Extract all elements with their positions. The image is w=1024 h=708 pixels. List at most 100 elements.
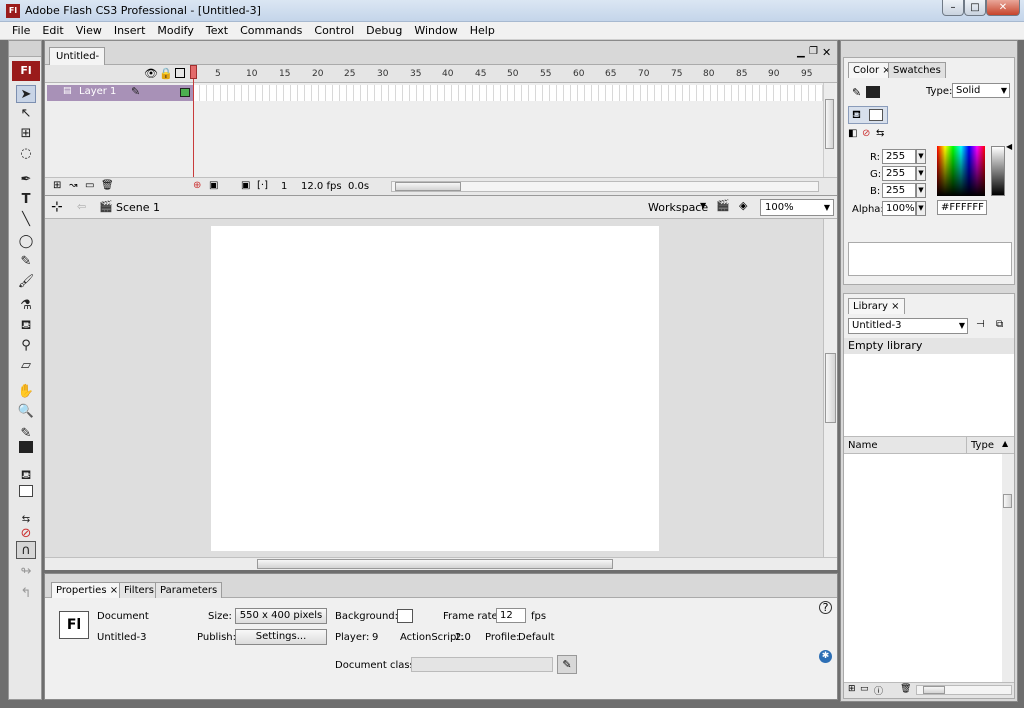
g-dropdown-icon[interactable]: ▼: [916, 166, 926, 181]
tab-swatches[interactable]: Swatches: [888, 62, 946, 78]
scroll-thumb[interactable]: [257, 559, 613, 569]
insert-folder-icon[interactable]: ▭: [85, 180, 94, 191]
minimize-icon[interactable]: ▁: [797, 47, 805, 58]
text-tool-icon[interactable]: T: [16, 191, 36, 209]
black-white-icon[interactable]: ◧: [848, 128, 857, 139]
subselection-tool-icon[interactable]: ↖: [16, 105, 36, 123]
scroll-thumb[interactable]: [825, 353, 836, 423]
library-item-list[interactable]: [844, 454, 1002, 682]
stage-hscrollbar[interactable]: [45, 557, 837, 570]
hand-tool-icon[interactable]: ✋: [16, 383, 36, 401]
brush-tool-icon[interactable]: 🖌: [16, 273, 36, 291]
edit-scene-icon[interactable]: 🎬: [716, 199, 730, 212]
edit-symbols-icon[interactable]: ◈: [739, 199, 747, 212]
background-color-swatch[interactable]: [397, 609, 413, 623]
new-symbol-icon[interactable]: ⊞: [848, 684, 856, 694]
playhead-handle[interactable]: [190, 65, 197, 79]
workspace-dropdown-icon[interactable]: ▼: [700, 201, 706, 210]
menu-commands[interactable]: Commands: [234, 22, 308, 39]
delete-icon[interactable]: 🗑: [900, 684, 911, 694]
menu-insert[interactable]: Insert: [108, 22, 152, 39]
brightness-slider[interactable]: [991, 146, 1005, 196]
accessibility-icon[interactable]: ✱: [819, 650, 832, 663]
lasso-tool-icon[interactable]: ◌: [16, 145, 36, 163]
library-name-column[interactable]: Name: [848, 440, 878, 451]
library-hscrollbar[interactable]: [916, 685, 1012, 695]
b-input[interactable]: 255: [882, 183, 916, 198]
center-frame-icon[interactable]: ⊕: [193, 180, 201, 191]
stroke-color-icon[interactable]: ✎: [852, 86, 861, 99]
back-arrow-icon[interactable]: ⇦: [77, 200, 86, 213]
layer-name[interactable]: Layer 1: [79, 86, 116, 97]
hex-input[interactable]: #FFFFFF: [937, 200, 987, 215]
delete-layer-icon[interactable]: 🗑: [101, 180, 114, 191]
timeline-toggle-icon[interactable]: ⊹: [51, 199, 63, 215]
help-icon[interactable]: ?: [819, 601, 832, 614]
menu-debug[interactable]: Debug: [360, 22, 408, 39]
smooth-icon[interactable]: ↬: [16, 563, 36, 581]
close-icon[interactable]: ✕: [986, 0, 1020, 16]
scene-name[interactable]: Scene 1: [116, 201, 160, 214]
scroll-thumb[interactable]: [825, 99, 834, 149]
zoom-tool-icon[interactable]: 🔍: [16, 403, 36, 421]
add-motion-guide-icon[interactable]: ↝: [69, 180, 77, 191]
timeline-hscrollbar[interactable]: [391, 181, 819, 192]
new-library-panel-icon[interactable]: ⧉: [996, 319, 1003, 330]
swap-colors-icon[interactable]: ⇆: [876, 128, 884, 139]
menu-file[interactable]: File: [6, 22, 36, 39]
chevron-down-icon[interactable]: ▼: [824, 200, 830, 215]
tab-properties[interactable]: Properties ×: [51, 582, 124, 598]
line-tool-icon[interactable]: ╲: [16, 211, 36, 229]
stage-vscrollbar[interactable]: [823, 219, 837, 557]
properties-icon[interactable]: ⓘ: [874, 684, 883, 697]
fill-color-swatch[interactable]: [16, 485, 36, 503]
zoom-select[interactable]: 100% ▼: [760, 199, 834, 216]
edit-class-pencil-icon[interactable]: ✎: [557, 655, 577, 674]
tab-filters[interactable]: Filters: [119, 582, 159, 598]
pen-tool-icon[interactable]: ✒: [16, 171, 36, 189]
selection-tool-icon[interactable]: ➤: [16, 85, 36, 103]
g-input[interactable]: 255: [882, 166, 916, 181]
tab-parameters[interactable]: Parameters: [155, 582, 223, 598]
menu-modify[interactable]: Modify: [151, 22, 199, 39]
alpha-input[interactable]: 100%: [882, 201, 916, 216]
alpha-dropdown-icon[interactable]: ▼: [916, 201, 926, 216]
fill-color-swatch[interactable]: [869, 109, 883, 121]
menu-help[interactable]: Help: [464, 22, 501, 39]
onion-skin-icon[interactable]: ▣: [209, 180, 218, 191]
lock-icon[interactable]: 🔒: [159, 67, 173, 80]
menu-edit[interactable]: Edit: [36, 22, 69, 39]
color-type-select[interactable]: Solid ▼: [952, 83, 1010, 98]
timeline-vscrollbar[interactable]: [823, 83, 835, 177]
ink-bottle-tool-icon[interactable]: ⚗: [16, 297, 36, 315]
library-vscrollbar[interactable]: [1002, 454, 1014, 682]
tab-library[interactable]: Library ×: [848, 298, 905, 314]
layer-outline-color-icon[interactable]: [180, 88, 190, 97]
chevron-down-icon[interactable]: ▼: [959, 319, 965, 333]
playhead[interactable]: [193, 65, 194, 193]
document-tab[interactable]: Untitled-3: [49, 47, 105, 79]
frame-rate-input[interactable]: 12: [496, 608, 526, 623]
menu-window[interactable]: Window: [408, 22, 463, 39]
tools-panel-header[interactable]: [9, 41, 41, 57]
menu-control[interactable]: Control: [308, 22, 360, 39]
restore-icon[interactable]: ❐: [809, 46, 818, 57]
document-class-input[interactable]: [411, 657, 553, 672]
brightness-arrow-icon[interactable]: ◀: [1006, 142, 1012, 151]
library-document-select[interactable]: Untitled-3 ▼: [848, 318, 968, 334]
fill-color-icon[interactable]: ⛾: [16, 467, 36, 485]
size-button[interactable]: 550 x 400 pixels: [235, 608, 327, 624]
new-folder-icon[interactable]: ▭: [860, 684, 869, 694]
eyedropper-tool-icon[interactable]: ⚲: [16, 337, 36, 355]
column-divider[interactable]: [966, 437, 967, 453]
scroll-thumb[interactable]: [923, 686, 945, 694]
menu-view[interactable]: View: [70, 22, 108, 39]
r-dropdown-icon[interactable]: ▼: [916, 149, 926, 164]
r-input[interactable]: 255: [882, 149, 916, 164]
stage-canvas[interactable]: [211, 226, 659, 551]
fill-color-control[interactable]: ⛾: [848, 106, 888, 124]
straighten-icon[interactable]: ↰: [16, 585, 36, 603]
stroke-color-swatch[interactable]: [866, 86, 880, 98]
eye-icon[interactable]: 👁: [144, 67, 158, 80]
oval-tool-icon[interactable]: ◯: [16, 233, 36, 251]
